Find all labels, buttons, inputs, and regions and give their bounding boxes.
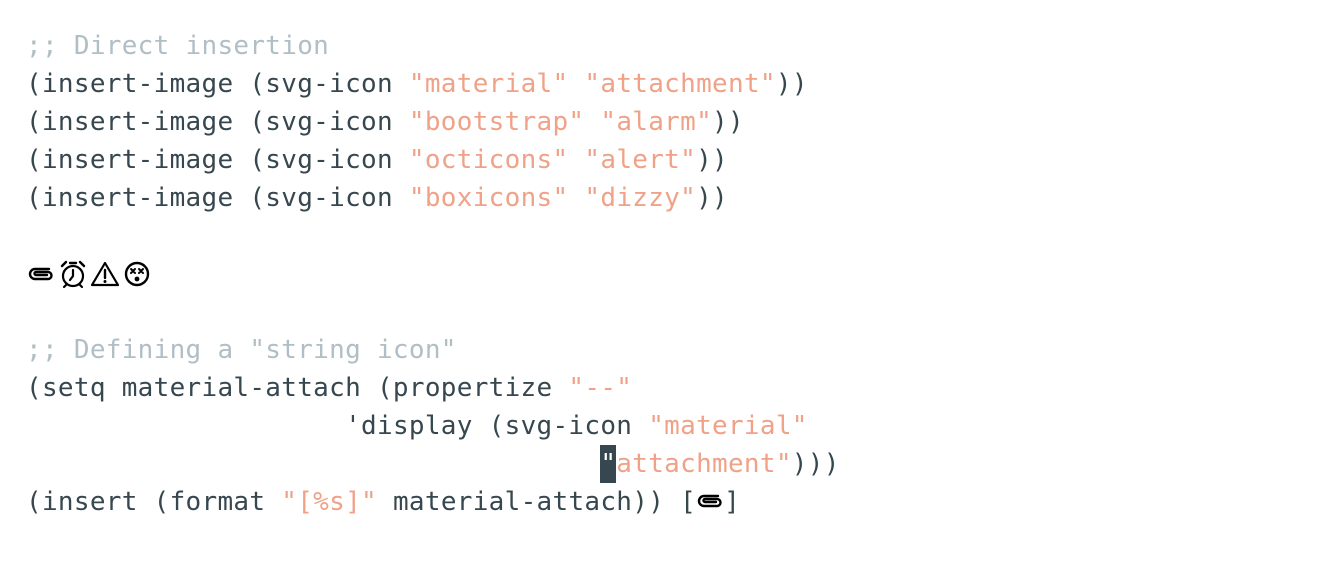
code-line-attachment: "attachment"))) — [26, 445, 1336, 483]
string-literal: "dizzy" — [584, 183, 697, 213]
dizzy-icon — [122, 259, 152, 289]
alert-icon — [90, 259, 120, 289]
comment-string-icon: ;; Defining a "string icon" — [26, 335, 457, 365]
code-text: )) — [696, 145, 729, 175]
comment-direct-insertion: ;; Direct insertion — [26, 31, 330, 61]
code-text: )) — [775, 69, 808, 99]
code-text: (insert-image (svg-icon — [26, 107, 409, 137]
code-text: )) — [696, 183, 729, 213]
code-text: (insert-image (svg-icon — [26, 69, 409, 99]
code-text: )) — [712, 107, 744, 137]
string-literal: "material" — [648, 411, 808, 441]
code-text: (insert-image (svg-icon — [26, 145, 409, 175]
result-bracket-open: [ — [680, 487, 697, 517]
attachment-icon — [26, 259, 56, 289]
string-literal: "material" — [408, 69, 569, 99]
code-line-material: (insert-image (svg-icon "material" "atta… — [26, 65, 1336, 103]
code-text: (setq material-attach (propertize — [26, 373, 569, 403]
text-cursor[interactable]: " — [600, 445, 617, 483]
code-line-insert: (insert (format "[%s]" material-attach))… — [26, 483, 1336, 521]
code-line-display: 'display (svg-icon "material" — [26, 407, 1336, 445]
code-text: (insert (format — [26, 487, 282, 517]
code-line-octicons: (insert-image (svg-icon "octicons" "aler… — [26, 141, 1336, 179]
string-literal: "boxicons" — [408, 183, 569, 213]
string-literal: "[%s]" — [281, 487, 377, 517]
code-text: ))) — [791, 449, 840, 479]
code-line-setq: (setq material-attach (propertize "--" — [26, 369, 1336, 407]
rendered-icons-row — [26, 255, 1336, 293]
string-literal: attachment" — [616, 449, 792, 479]
string-literal: "octicons" — [408, 145, 569, 175]
result-bracket-close: ] — [724, 487, 741, 517]
string-literal: "bootstrap" — [408, 107, 585, 137]
string-literal: "alert" — [584, 145, 697, 175]
alarm-icon — [58, 259, 88, 289]
code-text: (insert-image (svg-icon — [26, 183, 409, 213]
code-text: material-attach)) — [377, 487, 681, 517]
string-literal: "--" — [568, 373, 633, 403]
attachment-icon — [696, 487, 724, 513]
code-text: 'display (svg-icon — [345, 411, 649, 441]
code-line-bootstrap: (insert-image (svg-icon "bootstrap" "ala… — [26, 103, 1336, 141]
string-literal: "attachment" — [584, 69, 776, 99]
string-literal: "alarm" — [600, 107, 713, 137]
code-editor[interactable]: ;; Direct insertion (insert-image (svg-i… — [0, 0, 1336, 562]
code-line-boxicons: (insert-image (svg-icon "boxicons" "dizz… — [26, 179, 1336, 217]
